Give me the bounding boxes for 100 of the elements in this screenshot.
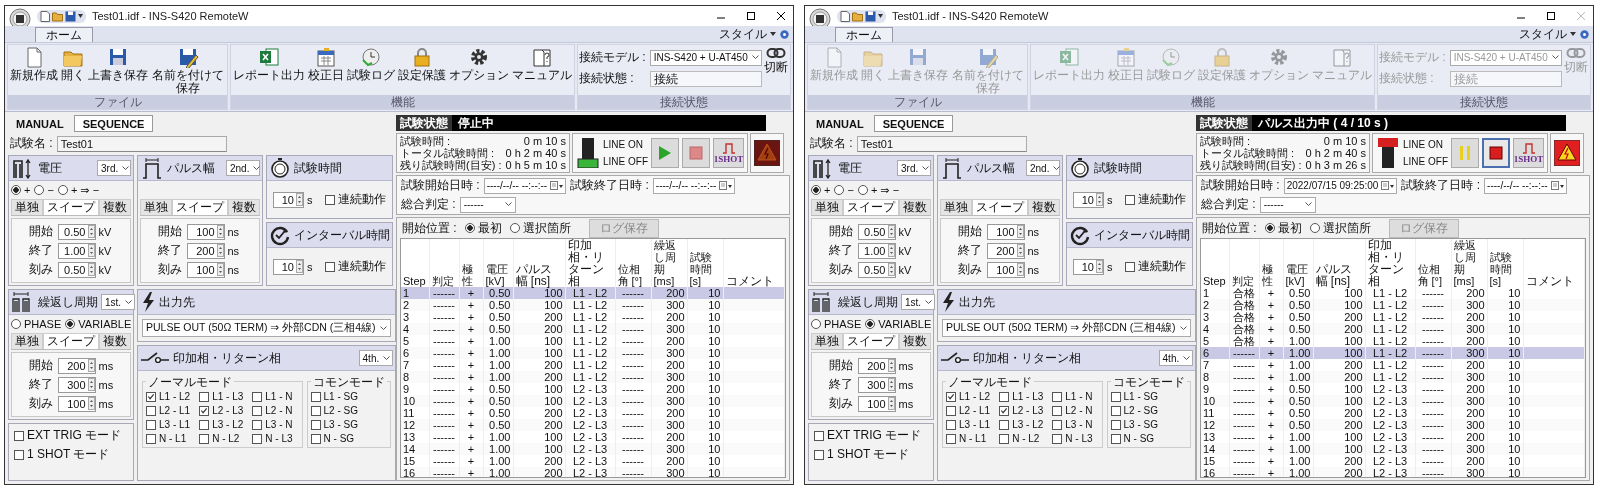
help-icon[interactable] [780,29,789,39]
radio-button[interactable] [34,185,45,195]
ribbon-button[interactable]: マニュアル [511,46,573,82]
test-name-field[interactable]: Test01 [856,135,1027,152]
checkbox[interactable] [146,391,156,402]
checkbox[interactable] [199,433,210,444]
table-row[interactable]: 14 ------ + 1.00 100 L2 - L3 ------ 300 10 [401,443,785,455]
checkbox[interactable] [1110,391,1121,402]
radio-button[interactable] [1264,223,1275,233]
table-row[interactable]: 8 ------ + 1.00 200 L1 - L2 ------ 300 10 [1201,371,1585,383]
checkbox[interactable] [325,261,335,272]
sub-tab[interactable]: 単独 [940,199,972,215]
ribbon-button[interactable]: 設定保護 [397,46,447,82]
checkbox[interactable] [946,405,956,416]
disconnect-button[interactable]: 切断 [762,46,789,74]
spin-field[interactable]: 0.50 [57,223,96,240]
checkbox[interactable] [252,405,263,416]
folder-icon[interactable] [852,10,863,22]
spin-field[interactable]: 100 [986,261,1025,278]
sub-tab[interactable]: スイープ [172,199,228,215]
ribbon-tab[interactable]: ホーム [835,27,893,42]
checkbox[interactable] [199,419,210,430]
style-menu[interactable]: スタイル [719,25,776,43]
spin-field[interactable]: 200 [986,242,1025,259]
radio-button[interactable] [57,185,68,195]
output-dropdown[interactable]: PULSE OUT (50Ω TERM) ⇒ 外部CDN (三相4線) [142,319,391,337]
table-row[interactable]: 12 ------ + 0.50 200 L2 - L3 ------ 300 10 [401,419,785,431]
mode-tab[interactable]: MANUAL [808,115,872,132]
checkbox[interactable] [1110,419,1121,430]
checkbox[interactable] [146,419,156,430]
radio-button[interactable] [865,319,876,329]
checkbox[interactable] [14,430,24,441]
sub-tab[interactable]: スイープ [843,333,899,349]
spin-field[interactable]: 1.00 [857,242,896,259]
checkbox[interactable] [310,405,321,416]
table-row[interactable]: 10 ------ + 0.50 100 L2 - L3 ------ 300 10 [401,395,785,407]
save-icon[interactable] [865,10,876,22]
table-row[interactable]: 6 ------ + 1.00 100 L1 - L2 ------ 300 10 [1201,347,1585,359]
spin-field[interactable]: 0.50 [57,261,96,278]
judgment-dropdown[interactable]: ------ [459,196,516,213]
sub-tab[interactable]: スイープ [43,199,99,215]
order-dropdown[interactable]: 2nd. [226,160,260,176]
caret-icon[interactable] [78,13,83,19]
spin-field[interactable]: 100 [57,395,96,412]
spin-field[interactable]: 200 [857,357,896,374]
ribbon-button[interactable]: 新規作成 [9,46,59,82]
style-menu[interactable]: スタイル [1519,25,1576,43]
radio-button[interactable] [857,185,868,195]
sub-tab[interactable]: 単独 [11,199,43,215]
sub-tab[interactable]: スイープ [843,199,899,215]
checkbox[interactable] [1125,261,1135,272]
start-button[interactable] [651,138,679,168]
order-dropdown[interactable]: 1st. [101,294,135,310]
sub-tab[interactable]: 複数 [899,199,931,215]
sub-tab[interactable]: 複数 [99,333,131,349]
table-row[interactable]: 14 ------ + 1.00 100 L2 - L3 ------ 300 10 [1201,443,1585,455]
radio-button[interactable] [509,223,520,233]
spin-field[interactable]: 0.50 [857,261,896,278]
checkbox[interactable] [999,433,1010,444]
radio-button[interactable] [811,319,821,329]
sub-tab[interactable]: 単独 [811,333,843,349]
checkbox[interactable] [946,391,956,402]
sub-tab[interactable]: 複数 [1028,199,1060,215]
table-row[interactable]: 16 ------ + 1.00 200 L2 - L3 ------ 300 10 [401,467,785,477]
table-row[interactable]: 12 ------ + 0.50 200 L2 - L3 ------ 300 10 [1201,419,1585,431]
checkbox[interactable] [946,433,956,444]
checkbox[interactable] [814,449,824,460]
table-row[interactable]: 16 ------ + 1.00 200 L2 - L3 ------ 300 10 [1201,467,1585,477]
spin-field[interactable]: 100 [186,261,225,278]
order-dropdown[interactable]: 4th. [1158,350,1193,366]
ribbon-button[interactable]: 上書き保存 [87,46,149,82]
sub-tab[interactable]: スイープ [972,199,1028,215]
checkbox[interactable] [252,419,263,430]
order-dropdown[interactable]: 3rd. [97,160,131,176]
checkbox[interactable] [946,419,956,430]
checkbox[interactable] [199,405,210,416]
checkbox[interactable] [1052,419,1063,430]
order-dropdown[interactable]: 1st. [901,294,935,310]
ribbon-tab[interactable]: ホーム [35,27,93,42]
spin-field[interactable]: 300 [857,376,896,393]
judgment-dropdown[interactable]: ------ [1259,196,1316,213]
order-dropdown[interactable]: 2nd. [1026,160,1060,176]
spin-field[interactable]: 10 [1073,191,1104,208]
sub-tab[interactable]: 単独 [140,199,172,215]
table-row[interactable]: 2 合格 + 0.50 100 L1 - L2 ------ 300 10 [1201,299,1585,311]
table-row[interactable]: 8 ------ + 1.00 200 L1 - L2 ------ 300 10 [401,371,785,383]
spin-field[interactable]: 300 [57,376,96,393]
checkbox[interactable] [310,433,321,444]
table-row[interactable]: 4 合格 + 0.50 200 L1 - L2 ------ 300 10 [1201,323,1585,335]
radio-button[interactable] [1309,223,1320,233]
sub-tab[interactable]: 複数 [899,333,931,349]
sub-tab[interactable]: 複数 [99,199,131,215]
date-field[interactable]: ----/--/-- --:--:-- [1484,177,1567,194]
date-field[interactable]: 2022/07/15 09:25:00 [1283,177,1398,194]
order-dropdown[interactable]: 3rd. [897,160,931,176]
new-file-icon[interactable] [40,10,50,22]
radio-button[interactable] [11,319,21,329]
mode-tab[interactable]: SEQUENCE [73,115,154,132]
checkbox[interactable] [310,391,321,402]
spin-field[interactable]: 100 [857,395,896,412]
